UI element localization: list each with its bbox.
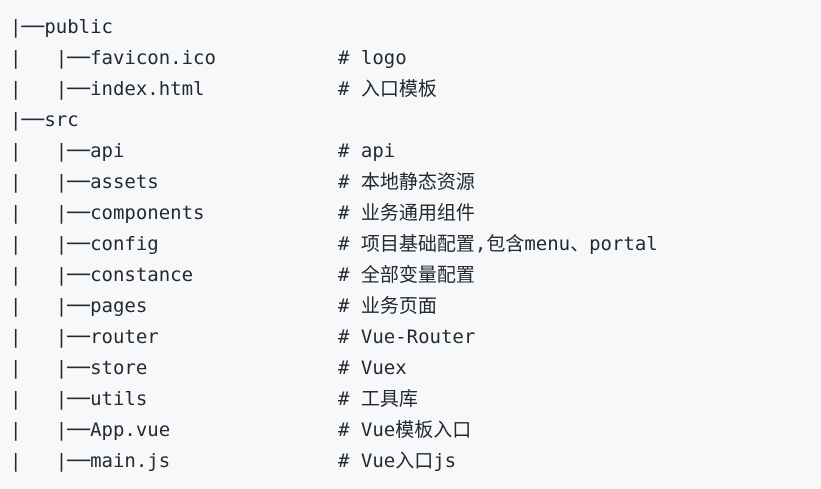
tree-entry: | |──index.html <box>10 78 205 100</box>
tree-line-public: |──public <box>0 12 821 43</box>
tree-line-pages: | |──pages # 业务页面 <box>0 291 821 322</box>
tree-comment: # logo <box>338 47 407 69</box>
tree-entry: | |──api <box>10 140 125 162</box>
tree-entry: | |──constance <box>10 264 194 286</box>
tree-entry: | |──assets <box>10 171 159 193</box>
tree-entry: | |──favicon.ico <box>10 47 216 69</box>
tree-entry: | |──App.vue <box>10 419 171 441</box>
tree-line-utils: | |──utils # 工具库 <box>0 384 821 415</box>
tree-line-router: | |──router # Vue-Router <box>0 322 821 353</box>
tree-line-config: | |──config # 项目基础配置,包含menu、portal <box>0 229 821 260</box>
tree-comment: # Vue入口js <box>338 450 457 472</box>
tree-line-main-js: | |──main.js # Vue入口js <box>0 446 821 477</box>
tree-entry: | |──main.js <box>10 450 171 472</box>
tree-entry: |──src <box>10 109 79 131</box>
tree-comment: # 项目基础配置,包含menu、portal <box>338 233 658 255</box>
tree-entry: | |──router <box>10 326 159 348</box>
tree-comment: # Vue模板入口 <box>338 419 472 441</box>
tree-comment: # Vue-Router <box>338 326 476 348</box>
tree-comment: # 业务页面 <box>338 295 437 317</box>
tree-entry: | |──utils <box>10 388 148 410</box>
tree-line-src: |──src <box>0 105 821 136</box>
tree-line-app-vue: | |──App.vue # Vue模板入口 <box>0 415 821 446</box>
tree-comment: # 全部变量配置 <box>338 264 475 286</box>
tree-line-store: | |──store # Vuex <box>0 353 821 384</box>
tree-line-assets: | |──assets # 本地静态资源 <box>0 167 821 198</box>
tree-comment: # 业务通用组件 <box>338 202 475 224</box>
tree-line-components: | |──components # 业务通用组件 <box>0 198 821 229</box>
tree-comment: # api <box>338 140 396 162</box>
tree-entry: | |──store <box>10 357 148 379</box>
tree-line-constance: | |──constance # 全部变量配置 <box>0 260 821 291</box>
tree-comment: # 工具库 <box>338 388 418 410</box>
tree-line-api: | |──api # api <box>0 136 821 167</box>
tree-comment: # Vuex <box>338 357 407 379</box>
tree-line-favicon: | |──favicon.ico # logo <box>0 43 821 74</box>
tree-entry: | |──components <box>10 202 205 224</box>
tree-comment: # 入口模板 <box>338 78 437 100</box>
tree-entry: | |──pages <box>10 295 148 317</box>
tree-entry: | |──config <box>10 233 159 255</box>
tree-comment: # 本地静态资源 <box>338 171 475 193</box>
tree-line-index-html: | |──index.html # 入口模板 <box>0 74 821 105</box>
tree-entry: |──public <box>10 16 113 38</box>
code-block: |──public | |──favicon.ico # logo | |──i… <box>0 0 821 489</box>
